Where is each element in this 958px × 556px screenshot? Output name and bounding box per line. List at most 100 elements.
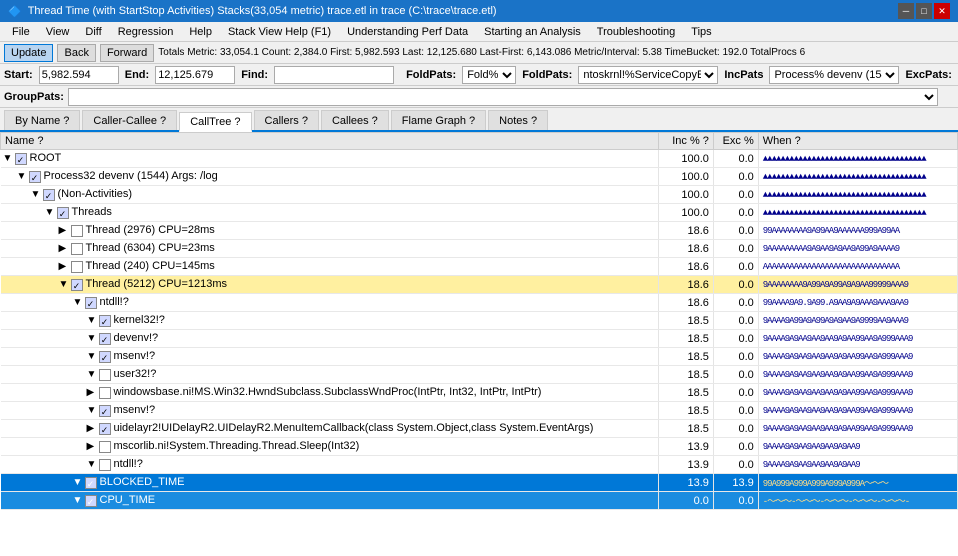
expand-icon[interactable]: ▶	[59, 261, 71, 272]
grouppats-select[interactable]	[68, 88, 938, 106]
table-row[interactable]: ▼✓ntdll!?18.60.099AAAA9A9.9A99.A9AA9A9AA…	[1, 294, 958, 312]
expand-icon[interactable]: ▼	[87, 333, 99, 344]
table-row[interactable]: ▶mscorlib.ni!System.Threading.Thread.Sle…	[1, 438, 958, 456]
expand-icon[interactable]: ▶	[59, 243, 71, 254]
table-row[interactable]: ▼✓ROOT100.00.0▲▲▲▲▲▲▲▲▲▲▲▲▲▲▲▲▲▲▲▲▲▲▲▲▲▲…	[1, 150, 958, 168]
table-row[interactable]: ▼ntdll!?13.90.09AAAA9A9AA9AA9AA9A9AA9	[1, 456, 958, 474]
incpats-select[interactable]: Process% devenv (1544	[769, 66, 899, 84]
col-name[interactable]: Name ?	[1, 133, 659, 150]
minimize-button[interactable]: ─	[898, 3, 914, 19]
row-checkbox[interactable]: ✓	[99, 423, 111, 435]
cell-exc: 0.0	[713, 330, 758, 348]
foldpats-select[interactable]: Fold%	[462, 66, 516, 84]
row-checkbox[interactable]	[99, 441, 111, 453]
table-row[interactable]: ▼✓msenv!?18.50.09AAAA9A9AA9AA9AA9A9AA99A…	[1, 402, 958, 420]
expand-icon[interactable]: ▼	[87, 405, 99, 416]
cell-exc: 0.0	[713, 402, 758, 420]
row-checkbox[interactable]	[71, 243, 83, 255]
row-checkbox[interactable]: ✓	[99, 351, 111, 363]
table-row[interactable]: ▼✓Threads100.00.0▲▲▲▲▲▲▲▲▲▲▲▲▲▲▲▲▲▲▲▲▲▲▲…	[1, 204, 958, 222]
find-input[interactable]	[274, 66, 394, 84]
menu-diff[interactable]: Diff	[77, 24, 109, 40]
col-exc[interactable]: Exc %	[713, 133, 758, 150]
expand-icon[interactable]: ▼	[87, 351, 99, 362]
expand-icon[interactable]: ▼	[45, 207, 57, 218]
row-checkbox[interactable]	[99, 369, 111, 381]
row-checkbox[interactable]: ✓	[99, 405, 111, 417]
row-checkbox[interactable]: ✓	[85, 297, 97, 309]
expand-icon[interactable]: ▶	[59, 225, 71, 236]
table-row[interactable]: ▶Thread (2976) CPU=28ms18.60.099AAAAAAAA…	[1, 222, 958, 240]
col-when[interactable]: When ?	[758, 133, 957, 150]
expand-icon[interactable]: ▼	[17, 171, 29, 182]
tab-callers[interactable]: Callers ?	[254, 110, 319, 130]
tab-calltree[interactable]: CallTree ?	[179, 112, 251, 132]
update-button[interactable]: Update	[4, 44, 53, 62]
table-row[interactable]: ▶Thread (240) CPU=145ms18.60.0AAAAAAAAAA…	[1, 258, 958, 276]
expand-icon[interactable]: ▶	[87, 387, 99, 398]
table-row[interactable]: ▼✓BLOCKED_TIME13.913.999A999A999A999A999…	[1, 474, 958, 492]
table-row[interactable]: ▼✓msenv!?18.50.09AAAA9A9AA9AA9AA9A9AA99A…	[1, 348, 958, 366]
col-inc[interactable]: Inc % ?	[659, 133, 714, 150]
table-row[interactable]: ▼✓Thread (5212) CPU=1213ms18.60.09AAAAAA…	[1, 276, 958, 294]
row-checkbox[interactable]	[99, 387, 111, 399]
back-button[interactable]: Back	[57, 44, 95, 62]
row-checkbox[interactable]: ✓	[85, 477, 97, 489]
expand-icon[interactable]: ▼	[3, 153, 15, 164]
table-container[interactable]: Name ? Inc % ? Exc % When ? ▼✓ROOT100.00…	[0, 132, 958, 556]
table-row[interactable]: ▼✓devenv!?18.50.09AAAA9A9AA9AA9AA9A9AA99…	[1, 330, 958, 348]
table-row[interactable]: ▼✓Process32 devenv (1544) Args: /log100.…	[1, 168, 958, 186]
tab-caller-callee[interactable]: Caller-Callee ?	[82, 110, 177, 130]
foldpats2-select[interactable]: ntoskrnl!%ServiceCopyE	[578, 66, 718, 84]
table-row[interactable]: ▶✓uidelayr2!UIDelayR2.UIDelayR2.MenuItem…	[1, 420, 958, 438]
expand-icon[interactable]: ▼	[87, 369, 99, 380]
row-checkbox[interactable]: ✓	[85, 495, 97, 507]
expand-icon[interactable]: ▶	[87, 441, 99, 452]
expand-icon[interactable]: ▼	[73, 297, 85, 308]
row-checkbox[interactable]: ✓	[43, 189, 55, 201]
row-name-text: Thread (2976) CPU=28ms	[86, 224, 215, 236]
tab-notes[interactable]: Notes ?	[488, 110, 548, 130]
row-name-text: ntdll!?	[114, 458, 143, 470]
tab-flamegraph[interactable]: Flame Graph ?	[391, 110, 486, 130]
table-row[interactable]: ▶windowsbase.ni!MS.Win32.HwndSubclass.Su…	[1, 384, 958, 402]
expand-icon[interactable]: ▼	[31, 189, 43, 200]
maximize-button[interactable]: □	[916, 3, 932, 19]
menu-starting[interactable]: Starting an Analysis	[476, 24, 589, 40]
tab-byname[interactable]: By Name ?	[4, 110, 80, 130]
cell-when: ▲▲▲▲▲▲▲▲▲▲▲▲▲▲▲▲▲▲▲▲▲▲▲▲▲▲▲▲▲▲▲▲▲▲▲▲▲	[758, 150, 957, 168]
row-checkbox[interactable]: ✓	[29, 171, 41, 183]
table-row[interactable]: ▼✓CPU_TIME0.00.0-～～～-～～～-～～～-～～～-～～～-	[1, 492, 958, 510]
close-button[interactable]: ✕	[934, 3, 950, 19]
menu-understanding[interactable]: Understanding Perf Data	[339, 24, 476, 40]
row-checkbox[interactable]: ✓	[15, 153, 27, 165]
table-row[interactable]: ▼✓kernel32!?18.50.09AAAA9A99A9A99A9A9AA9…	[1, 312, 958, 330]
row-checkbox[interactable]: ✓	[99, 315, 111, 327]
menu-troubleshooting[interactable]: Troubleshooting	[589, 24, 683, 40]
expand-icon[interactable]: ▼	[73, 495, 85, 506]
expand-icon[interactable]: ▼	[73, 477, 85, 488]
expand-icon[interactable]: ▼	[87, 459, 99, 470]
menu-view[interactable]: View	[38, 24, 78, 40]
end-input[interactable]	[155, 66, 235, 84]
row-checkbox[interactable]	[71, 261, 83, 273]
expand-icon[interactable]: ▼	[87, 315, 99, 326]
row-checkbox[interactable]: ✓	[99, 333, 111, 345]
table-row[interactable]: ▼✓(Non-Activities)100.00.0▲▲▲▲▲▲▲▲▲▲▲▲▲▲…	[1, 186, 958, 204]
menu-regression[interactable]: Regression	[110, 24, 182, 40]
expand-icon[interactable]: ▶	[87, 423, 99, 434]
menu-help[interactable]: Help	[181, 24, 220, 40]
forward-button[interactable]: Forward	[100, 44, 154, 62]
row-checkbox[interactable]	[71, 225, 83, 237]
row-checkbox[interactable]: ✓	[57, 207, 69, 219]
menu-stackview[interactable]: Stack View Help (F1)	[220, 24, 339, 40]
menu-file[interactable]: File	[4, 24, 38, 40]
row-checkbox[interactable]: ✓	[71, 279, 83, 291]
row-checkbox[interactable]	[99, 459, 111, 471]
expand-icon[interactable]: ▼	[59, 279, 71, 290]
start-input[interactable]	[39, 66, 119, 84]
table-row[interactable]: ▶Thread (6304) CPU=23ms18.60.09AAAAAAAAA…	[1, 240, 958, 258]
tab-callees[interactable]: Callees ?	[321, 110, 389, 130]
table-row[interactable]: ▼user32!?18.50.09AAAA9A9AA9AA9AA9A9AA99A…	[1, 366, 958, 384]
menu-tips[interactable]: Tips	[683, 24, 719, 40]
